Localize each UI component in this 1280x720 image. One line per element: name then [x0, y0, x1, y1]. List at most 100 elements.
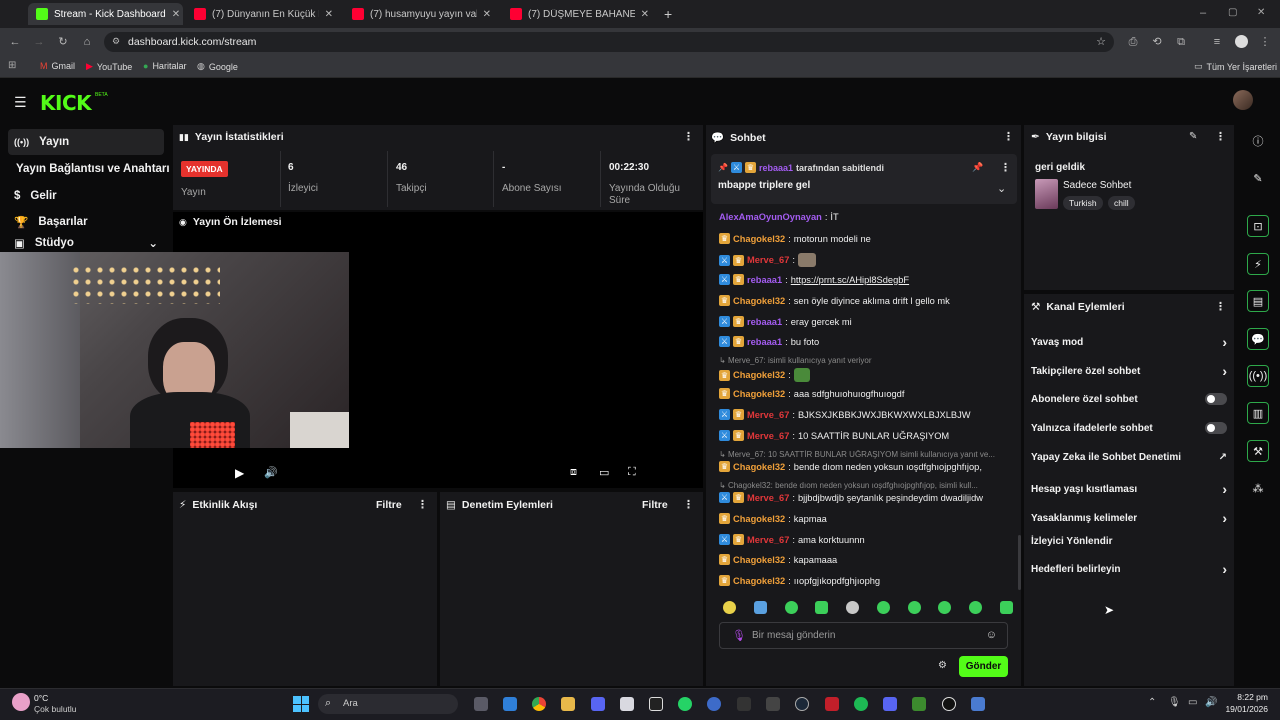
widgets-icon[interactable] [503, 697, 517, 711]
chat-username[interactable]: rebaaa1 [747, 317, 782, 327]
chat-username[interactable]: Chagokel32 [733, 370, 785, 380]
host-channel-item[interactable]: İzleyici Yönlendir [1031, 536, 1227, 547]
bookmark-youtube[interactable]: ▶ YouTube [86, 61, 132, 72]
weather-icon[interactable] [12, 693, 30, 711]
close-tab-icon[interactable]: ✕ [172, 9, 180, 20]
ai-moderation-item[interactable]: Yapay Zeka ile Sohbet Denetimi ↗ [1031, 452, 1227, 463]
chat-username[interactable]: rebaaa1 [747, 337, 782, 347]
theater-mode-icon[interactable]: ▭ [599, 466, 609, 479]
moderation-menu-icon[interactable]: ⋮ [683, 498, 694, 511]
chat-username[interactable]: Merve_67 [747, 431, 789, 441]
channel-actions-menu-icon[interactable]: ⋮ [1215, 300, 1226, 313]
new-tab-icon[interactable]: + [664, 6, 672, 22]
emote-icon[interactable] [907, 601, 921, 614]
emoji-picker-icon[interactable]: ☺ [986, 629, 997, 641]
file-explorer-icon[interactable] [561, 697, 575, 711]
chat-username[interactable]: Merve_67 [747, 493, 789, 503]
chat-username[interactable]: Merve_67 [747, 255, 789, 265]
all-bookmarks[interactable]: ▭ Tüm Yer İşaretleri [1194, 61, 1277, 72]
play-icon[interactable]: ▶ [235, 466, 244, 480]
chat-username[interactable]: AlexAmaOyunOynayan [719, 212, 822, 222]
moderation-filter-button[interactable]: Filtre [642, 499, 668, 511]
activity-menu-icon[interactable]: ⋮ [417, 498, 428, 511]
chat-settings-icon[interactable]: ⚙ [938, 660, 947, 671]
activity-filter-button[interactable]: Filtre [376, 499, 402, 511]
reply-context[interactable]: ↳ Chagokel32: bende dıom neden yoksun ıo… [719, 481, 1009, 490]
maximize-icon[interactable]: ▢ [1228, 7, 1237, 18]
bookmark-star-icon[interactable]: ☆ [1096, 35, 1106, 48]
home-icon[interactable]: ⌂ [81, 36, 93, 48]
stats-widget-icon[interactable]: ((•)) [1247, 365, 1269, 387]
app-settings-icon[interactable] [971, 697, 985, 711]
chat-input[interactable]: 🎙 Bir mesaj gönderin ☺ [719, 622, 1008, 649]
emote-icon[interactable] [846, 601, 860, 614]
edit-pencil-icon[interactable]: ✎ [1189, 131, 1197, 142]
close-tab-icon[interactable]: ✕ [325, 9, 333, 20]
volume-icon[interactable]: 🔊 [264, 466, 278, 479]
chat-widget-icon[interactable]: 💬 [1247, 328, 1269, 350]
sidebar-item-achievements[interactable]: 🏆 Başarılar [8, 209, 164, 235]
reload-icon[interactable]: ↻ [57, 36, 69, 48]
preview-widget-icon[interactable]: ⊡ [1247, 215, 1269, 237]
emote-icon[interactable] [938, 601, 952, 614]
chat-username[interactable]: Chagokel32 [733, 389, 785, 399]
chat-link[interactable]: https://prnt.sc/AHipl8SdegbF [791, 275, 909, 285]
app-blue-icon[interactable] [707, 697, 721, 711]
site-info-icon[interactable]: ⚙ [112, 36, 120, 47]
info-icon[interactable]: ⓘ [1247, 130, 1269, 152]
history-icon[interactable]: ⟲ [1151, 36, 1163, 48]
minimize-icon[interactable]: – [1200, 7, 1206, 19]
window-close-icon[interactable]: ✕ [1257, 7, 1265, 18]
extension-icon[interactable]: ⎙ [1127, 36, 1139, 48]
stream-info-menu-icon[interactable]: ⋮ [1215, 130, 1226, 143]
tag-pill[interactable]: Turkish [1063, 196, 1103, 210]
apps-grid-icon[interactable]: ⊞ [8, 60, 16, 71]
taskbar-search[interactable]: ⌕ Ara [318, 694, 458, 714]
speaker-icon[interactable]: 🔊 [1205, 697, 1217, 708]
whatsapp-icon[interactable] [678, 697, 692, 711]
more-widgets-icon[interactable]: ⁂ [1247, 477, 1269, 499]
actions-widget-icon[interactable]: ⚒ [1247, 440, 1269, 462]
sidebar-item-studio[interactable]: ▣ Stüdyo ⌄ [8, 236, 164, 250]
profile-avatar-icon[interactable] [1235, 35, 1248, 48]
emote-icon[interactable] [876, 601, 890, 614]
pip-icon[interactable]: ⧈ [570, 466, 577, 479]
emote-icon[interactable] [753, 601, 767, 614]
chat-username[interactable]: Chagokel32 [733, 462, 785, 472]
discord-icon[interactable] [591, 697, 605, 711]
stats-menu-icon[interactable]: ⋮ [683, 130, 694, 143]
tab-kick-dashboard[interactable]: Stream - Kick Dashboard ✕ [28, 3, 183, 25]
app-w-icon[interactable] [649, 697, 663, 711]
app-red-icon[interactable] [825, 697, 839, 711]
task-view-icon[interactable] [474, 697, 488, 711]
chat-username[interactable]: Chagokel32 [733, 296, 785, 306]
clock-date[interactable]: 19/01/2026 [1220, 704, 1268, 714]
pinned-menu-icon[interactable]: ⋮ [1000, 161, 1011, 174]
sidebar-item-stream[interactable]: ((•)) Yayın [8, 129, 164, 155]
tab-youtube-3[interactable]: (7) DÜŞMEYE BAHANE ARAMA! ✕ [502, 3, 657, 25]
forward-icon[interactable]: → [33, 36, 45, 48]
bookmark-gmail[interactable]: M Gmail [40, 61, 75, 71]
account-age-item[interactable]: Hesap yaşı kısıtlaması › [1031, 481, 1227, 497]
steam-icon[interactable] [795, 697, 809, 711]
app-launcher-icon[interactable] [766, 697, 780, 711]
sidebar-item-revenue[interactable]: $ Gelir [8, 183, 164, 209]
close-tab-icon[interactable]: ✕ [483, 9, 491, 20]
chat-username[interactable]: Chagokel32 [733, 555, 785, 565]
chat-menu-icon[interactable]: ⋮ [1003, 130, 1014, 143]
spotify-icon[interactable] [854, 697, 868, 711]
chat-username[interactable]: Merve_67 [747, 410, 789, 420]
tab-youtube-1[interactable]: (7) Dünyanın En Küçük Evleri 1 ✕ [186, 3, 341, 25]
slow-mode-item[interactable]: Yavaş mod › [1031, 334, 1227, 350]
tab-youtube-2[interactable]: (7) husamyuyu yayın vakti 14 - ✕ [344, 3, 499, 25]
chevron-down-icon[interactable]: ⌄ [148, 236, 158, 250]
followers-only-item[interactable]: Takipçilere özel sohbet › [1031, 363, 1227, 379]
edit-layout-icon[interactable]: ✎ [1247, 167, 1269, 189]
chevron-down-icon[interactable]: ⌄ [997, 182, 1006, 195]
unpin-icon[interactable]: 📌 [972, 162, 983, 173]
emotes-only-toggle[interactable] [1205, 422, 1227, 434]
chat-username[interactable]: Chagokel32 [733, 234, 785, 244]
hamburger-menu-icon[interactable]: ☰ [14, 94, 27, 111]
valorant-icon[interactable] [737, 697, 751, 711]
emote-icon[interactable] [815, 601, 829, 614]
